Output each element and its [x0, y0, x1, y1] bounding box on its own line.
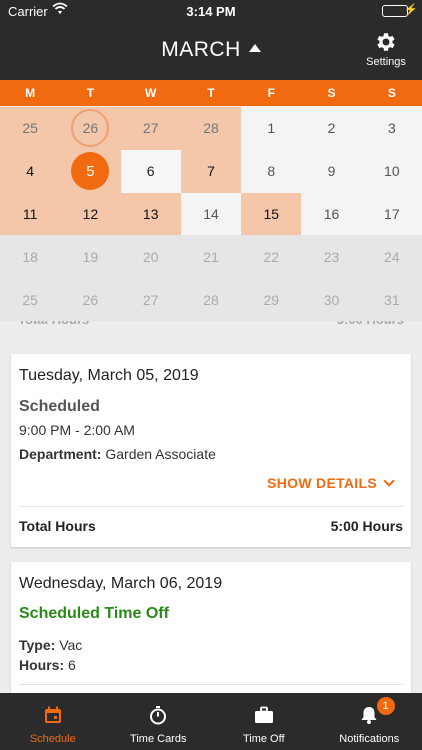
- calendar-day[interactable]: 23: [301, 235, 362, 279]
- tab-label: Time Cards: [130, 733, 187, 745]
- calendar-day[interactable]: 10: [361, 149, 422, 193]
- weekday-label: F: [267, 86, 275, 100]
- calendar-day[interactable]: 1: [241, 107, 302, 150]
- weekday-label: T: [207, 86, 215, 100]
- weekday-label: W: [145, 86, 157, 100]
- calendar-day[interactable]: 2: [301, 107, 362, 150]
- clipped-total-label: Total Hours: [18, 321, 89, 327]
- calendar-day[interactable]: 24: [361, 235, 422, 279]
- card-date: Wednesday, March 06, 2019: [19, 575, 223, 592]
- calendar-day[interactable]: 20: [120, 235, 181, 279]
- total-hours-value: 5:00 Hours: [330, 518, 403, 534]
- department-value: Garden Associate: [105, 446, 216, 462]
- department-label: Department:: [19, 446, 102, 462]
- briefcase-icon: [254, 706, 273, 723]
- divider: [19, 684, 403, 685]
- clock-time: 3:14 PM: [186, 4, 236, 19]
- month-selector[interactable]: MARCH: [0, 38, 422, 62]
- hours-row: Hours: 6: [19, 657, 76, 673]
- calendar-day[interactable]: 25: [0, 278, 61, 321]
- calendar-day[interactable]: 19: [60, 235, 121, 279]
- tab-bar: Schedule Time Cards Time Off 1 Notificat…: [0, 693, 422, 750]
- type-label: Type:: [19, 637, 56, 653]
- card-status: Scheduled: [19, 398, 100, 415]
- calendar-day[interactable]: 6: [120, 149, 181, 193]
- type-row: Type: Vac: [19, 637, 82, 653]
- tab-time-off[interactable]: Time Off: [211, 693, 317, 750]
- tab-label: Schedule: [29, 733, 76, 745]
- calendar-day[interactable]: 21: [180, 235, 242, 279]
- calendar-day[interactable]: 14: [180, 192, 242, 236]
- hours-label: Hours:: [19, 657, 65, 673]
- tab-notifications[interactable]: 1 Notifications: [317, 693, 422, 750]
- show-details-button[interactable]: SHOW DETAILS: [267, 475, 395, 491]
- calendar-day[interactable]: 26: [60, 278, 121, 321]
- department-row: Department: Garden Associate: [19, 446, 216, 462]
- tab-label: Time Off: [242, 733, 285, 745]
- caret-up-icon: [248, 44, 261, 52]
- header: MARCH Settings: [0, 22, 422, 80]
- time-off-card[interactable]: Wednesday, March 06, 2019 Scheduled Time…: [11, 562, 411, 693]
- schedule-card[interactable]: Tuesday, March 05, 2019 Scheduled 9:00 P…: [11, 354, 411, 547]
- settings-label: Settings: [366, 56, 406, 68]
- tab-time-cards[interactable]: Time Cards: [106, 693, 212, 750]
- hours-value: 6: [68, 657, 76, 673]
- calendar-day-selected[interactable]: 5: [60, 149, 121, 193]
- calendar-day[interactable]: 17: [361, 192, 422, 236]
- tab-schedule[interactable]: Schedule: [0, 693, 106, 750]
- calendar-day[interactable]: 7: [180, 149, 242, 193]
- shift-time: 9:00 PM - 2:00 AM: [19, 422, 135, 438]
- total-hours-label: Total Hours: [19, 518, 96, 534]
- chevron-down-icon: [383, 475, 395, 487]
- calendar-day[interactable]: 29: [241, 278, 302, 321]
- schedule-list[interactable]: Total Hours 5:00 Hours Tuesday, March 05…: [0, 321, 422, 693]
- calendar-day[interactable]: 3: [361, 107, 422, 150]
- card-date: Tuesday, March 05, 2019: [19, 367, 199, 384]
- clipped-previous-card: Total Hours 5:00 Hours: [18, 321, 404, 327]
- status-bar: Carrier 3:14 PM ⚡: [0, 0, 422, 22]
- calendar-day[interactable]: 9: [301, 149, 362, 193]
- calendar-day[interactable]: 18: [0, 235, 61, 279]
- weekday-label: S: [387, 86, 396, 100]
- divider: [19, 506, 403, 507]
- notification-badge: 1: [376, 697, 395, 715]
- calendar-day[interactable]: 28: [180, 278, 242, 321]
- calendar-day[interactable]: 12: [60, 192, 121, 236]
- card-status: Scheduled Time Off: [19, 605, 169, 622]
- calendar-day[interactable]: 31: [361, 278, 422, 321]
- calendar-day[interactable]: 28: [180, 107, 242, 150]
- calendar-day[interactable]: 15: [241, 192, 302, 236]
- weekday-header: M T W T F S S: [0, 80, 422, 106]
- calendar-day[interactable]: 16: [301, 192, 362, 236]
- calendar-icon: [44, 706, 61, 723]
- month-label: MARCH: [161, 38, 241, 61]
- gear-icon: [377, 33, 395, 51]
- calendar-grid: 25 26 27 28 1 2 3 4 5 6 7 8 9 10 11 12 1…: [0, 107, 422, 321]
- type-value: Vac: [59, 637, 83, 653]
- tab-label: Notifications: [339, 733, 400, 745]
- weekday-label: T: [86, 86, 95, 100]
- calendar-day[interactable]: 27: [120, 278, 181, 321]
- calendar-day[interactable]: 27: [120, 107, 181, 150]
- calendar-day[interactable]: 25: [0, 107, 61, 150]
- calendar-day[interactable]: 4: [0, 149, 61, 193]
- calendar-day[interactable]: 22: [241, 235, 302, 279]
- calendar-day[interactable]: 26: [60, 107, 121, 150]
- calendar-day[interactable]: 13: [120, 192, 181, 236]
- weekday-label: S: [327, 86, 336, 100]
- stopwatch-icon: [150, 706, 167, 725]
- calendar-day[interactable]: 30: [301, 278, 362, 321]
- weekday-label: M: [25, 86, 36, 100]
- show-details-label: SHOW DETAILS: [267, 475, 377, 491]
- charging-icon: ⚡: [404, 4, 418, 16]
- clipped-total-value: 5:00 Hours: [337, 321, 404, 327]
- settings-button[interactable]: Settings: [364, 30, 408, 68]
- calendar-day[interactable]: 11: [0, 192, 61, 236]
- calendar-day[interactable]: 8: [241, 149, 302, 193]
